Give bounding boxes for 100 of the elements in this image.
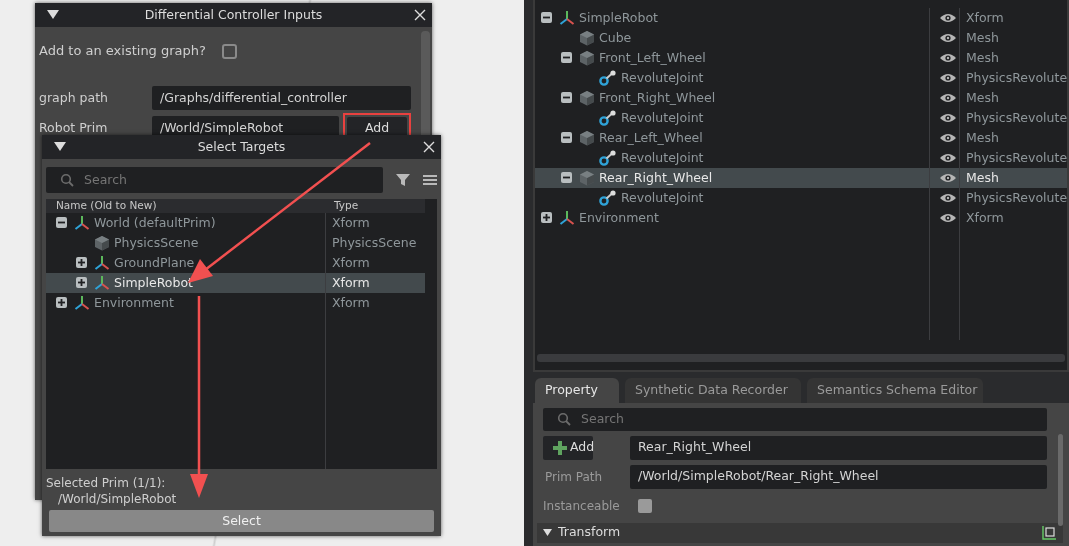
tree-row[interactable]: Environment bbox=[535, 208, 929, 228]
cube-icon bbox=[579, 50, 595, 66]
panel-tab[interactable]: Synthetic Data Recorder bbox=[625, 378, 801, 403]
search-input[interactable]: Search bbox=[579, 408, 1039, 430]
expand-icon[interactable] bbox=[76, 277, 87, 288]
prim-name: SimpleRobot bbox=[114, 273, 193, 292]
prim-name: Rear_Left_Wheel bbox=[599, 128, 703, 147]
cube-icon bbox=[579, 130, 595, 146]
tree-row[interactable]: RevoluteJoint bbox=[535, 108, 929, 128]
axes-icon bbox=[559, 10, 575, 26]
name-field[interactable]: Rear_Right_Wheel bbox=[630, 435, 1047, 460]
eye-icon bbox=[938, 152, 957, 164]
collapse-triangle-icon[interactable] bbox=[47, 10, 59, 20]
tree-row[interactable]: Front_Right_Wheel bbox=[535, 88, 929, 108]
prim-type: Xform bbox=[332, 253, 370, 272]
scrollbar[interactable] bbox=[1058, 434, 1063, 526]
collapse-icon[interactable] bbox=[561, 92, 572, 103]
eye-icon bbox=[938, 52, 957, 64]
axes-icon bbox=[94, 255, 110, 271]
checkbox[interactable] bbox=[638, 498, 652, 513]
menu-icon[interactable] bbox=[423, 174, 437, 186]
eye-icon bbox=[938, 112, 957, 124]
prim-type: Xform bbox=[332, 273, 370, 292]
select-button[interactable]: Select bbox=[49, 510, 434, 532]
tree-row[interactable]: Front_Left_Wheel bbox=[535, 48, 929, 68]
add-button[interactable]: Add bbox=[543, 435, 593, 460]
prim-type: Xform bbox=[966, 8, 1004, 27]
prim-name: RevoluteJoint bbox=[621, 108, 704, 127]
tree-row[interactable]: SimpleRobot bbox=[535, 8, 929, 28]
section-header[interactable]: Transform bbox=[537, 522, 1063, 543]
window-title: Differential Controller Inputs bbox=[143, 5, 324, 24]
prim-name: RevoluteJoint bbox=[621, 188, 704, 207]
eye-icon bbox=[938, 212, 957, 224]
field-label: Robot Prim bbox=[39, 118, 109, 137]
prim-type: Mesh bbox=[966, 168, 999, 187]
axes-icon bbox=[559, 210, 575, 226]
column-header[interactable]: Name (Old to New) bbox=[46, 198, 326, 214]
prim-name: World (defaultPrim) bbox=[94, 213, 216, 232]
tree-row[interactable]: GroundPlane bbox=[46, 253, 325, 273]
window-title: Select Targets bbox=[196, 137, 287, 156]
tree-row[interactable]: World (defaultPrim) bbox=[46, 213, 325, 233]
tree-row[interactable]: PhysicsScene bbox=[46, 233, 325, 253]
horizontal-scrollbar[interactable] bbox=[537, 354, 1065, 362]
prim-type: Mesh bbox=[966, 48, 999, 67]
prim-name: Front_Right_Wheel bbox=[599, 88, 716, 107]
prim-name: Environment bbox=[94, 293, 174, 312]
collapse-icon[interactable] bbox=[561, 132, 572, 143]
expand-icon[interactable] bbox=[76, 257, 87, 268]
close-icon[interactable] bbox=[423, 141, 435, 153]
tree-row[interactable]: Rear_Right_Wheel bbox=[535, 168, 929, 188]
cube-icon bbox=[94, 235, 110, 251]
prim-type: PhysicsRevolute bbox=[966, 148, 1067, 167]
close-icon[interactable] bbox=[414, 9, 426, 21]
checkbox[interactable] bbox=[221, 43, 237, 59]
expand-icon[interactable] bbox=[541, 212, 552, 223]
joint-icon bbox=[599, 70, 617, 86]
field-label: Prim Path bbox=[544, 468, 604, 486]
prim-type: Mesh bbox=[966, 88, 999, 107]
tree-row[interactable]: Environment bbox=[46, 293, 325, 313]
search-bar[interactable]: Search bbox=[543, 407, 1047, 431]
prim-name: RevoluteJoint bbox=[621, 148, 704, 167]
search-icon bbox=[60, 173, 74, 187]
prim-name: Cube bbox=[599, 28, 632, 47]
option-label: Add to an existing graph? bbox=[39, 42, 206, 61]
search-bar[interactable]: Search bbox=[46, 167, 383, 193]
tree-row[interactable]: RevoluteJoint bbox=[535, 188, 929, 208]
collapse-triangle-icon[interactable] bbox=[543, 528, 552, 537]
panel-tab[interactable]: Semantics Schema Editor bbox=[807, 378, 983, 403]
prim-type: PhysicsRevolute bbox=[966, 108, 1067, 127]
prim-name: PhysicsScene bbox=[114, 233, 199, 252]
field-label: graph path bbox=[39, 88, 109, 107]
text-field[interactable]: /World/SimpleRobot/Rear_Right_Wheel bbox=[630, 464, 1047, 489]
panel-tab[interactable]: Property bbox=[535, 378, 619, 403]
tree-row[interactable]: RevoluteJoint bbox=[535, 148, 929, 168]
collapse-icon[interactable] bbox=[561, 52, 572, 63]
collapse-icon[interactable] bbox=[561, 172, 572, 183]
collapse-icon[interactable] bbox=[541, 12, 552, 23]
tree-row[interactable]: SimpleRobot bbox=[46, 273, 325, 293]
collapse-triangle-icon[interactable] bbox=[54, 142, 66, 152]
search-icon bbox=[557, 412, 571, 427]
prim-type: PhysicsScene bbox=[332, 233, 417, 252]
prim-name: Environment bbox=[579, 208, 659, 227]
prim-type: PhysicsRevolute bbox=[966, 188, 1067, 207]
expand-icon[interactable] bbox=[56, 297, 67, 308]
column-header[interactable]: Type bbox=[326, 198, 359, 214]
frame-icon[interactable] bbox=[1041, 524, 1057, 541]
joint-icon bbox=[599, 150, 617, 166]
search-input[interactable]: Search bbox=[82, 169, 375, 191]
selected-label: Selected Prim (1/1): bbox=[46, 475, 167, 491]
tree-row[interactable]: RevoluteJoint bbox=[535, 68, 929, 88]
text-field[interactable]: /Graphs/differential_controller bbox=[152, 86, 411, 110]
tree-row[interactable]: Cube bbox=[535, 28, 929, 48]
prim-type: Xform bbox=[966, 208, 1004, 227]
cube-icon bbox=[579, 30, 595, 46]
joint-icon bbox=[599, 190, 617, 206]
eye-icon bbox=[938, 72, 957, 84]
filter-icon[interactable] bbox=[395, 172, 411, 188]
collapse-icon[interactable] bbox=[56, 217, 67, 228]
axes-icon bbox=[74, 215, 90, 231]
tree-row[interactable]: Rear_Left_Wheel bbox=[535, 128, 929, 148]
